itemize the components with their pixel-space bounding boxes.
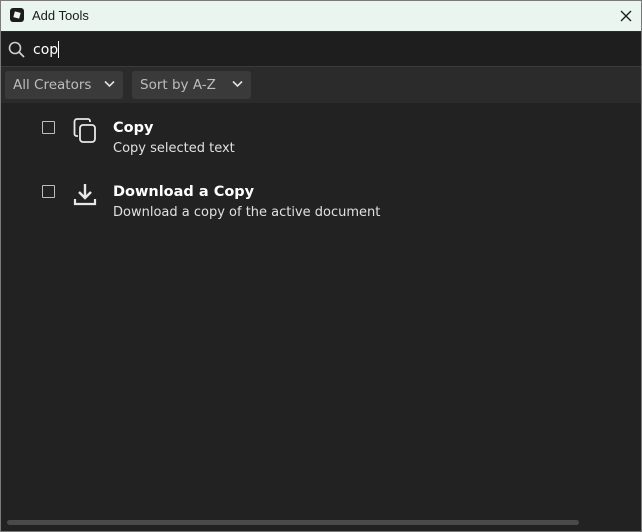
sort-dropdown[interactable]: Sort by A-Z [132,71,251,99]
title-bar[interactable]: Add Tools [1,1,641,31]
tool-description: Download a copy of the active document [113,205,381,220]
copy-icon [73,118,96,143]
list-item[interactable]: Copy Copy selected text [1,115,641,173]
sort-dropdown-label: Sort by A-Z [140,77,216,93]
search-icon [8,41,25,58]
app-logo-icon [10,8,24,22]
search-input[interactable] [31,36,595,64]
window-title: Add Tools [32,8,89,23]
chevron-down-icon [104,80,115,88]
tool-checkbox[interactable] [42,121,55,134]
tool-description: Copy selected text [113,141,235,156]
creators-dropdown[interactable]: All Creators [5,71,123,99]
close-icon [620,10,632,22]
list-item[interactable]: Download a Copy Download a copy of the a… [1,179,641,237]
tool-name: Download a Copy [113,184,255,200]
download-icon [73,184,97,206]
creators-dropdown-label: All Creators [13,77,92,93]
text-caret [58,41,59,58]
tool-checkbox[interactable] [42,185,55,198]
chevron-down-icon [232,80,243,88]
add-tools-dialog: Add Tools All Creators Sort by A-Z [0,0,642,532]
horizontal-scrollbar[interactable] [7,520,579,525]
close-button[interactable] [611,1,641,31]
tool-name: Copy [113,120,154,136]
tools-list: Copy Copy selected text Download a Copy … [1,103,641,531]
search-bar [1,32,641,67]
filter-bar: All Creators Sort by A-Z [1,67,641,103]
